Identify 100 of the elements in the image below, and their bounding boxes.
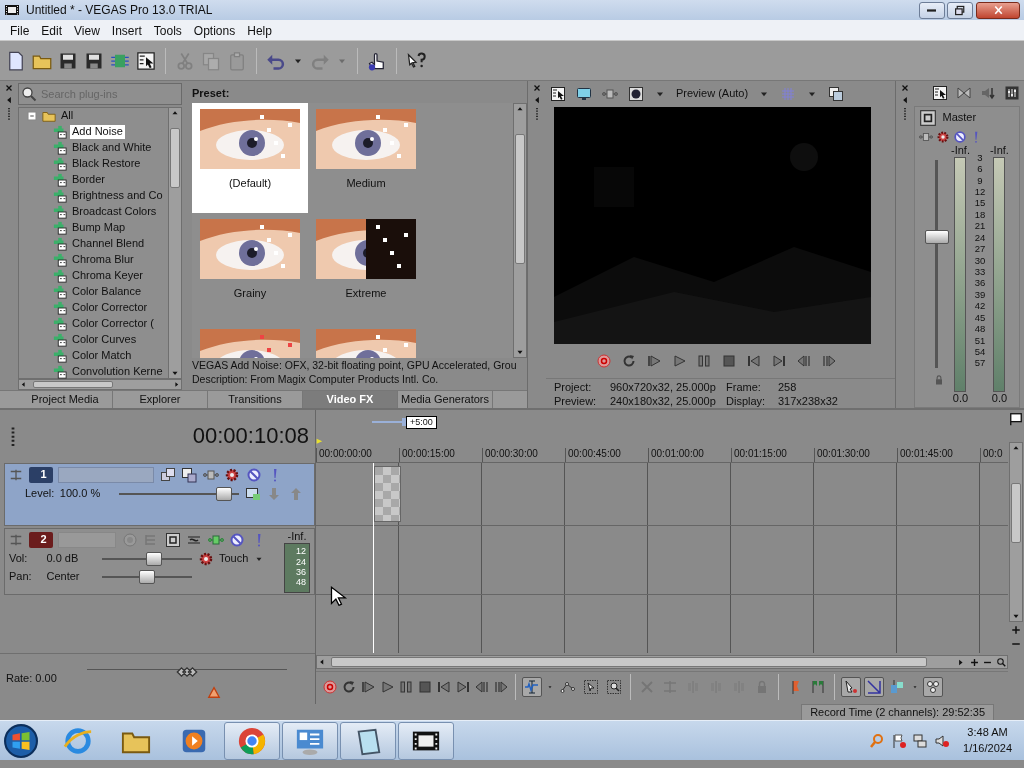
composite-icon[interactable] bbox=[244, 485, 261, 502]
scrollbar-thumb[interactable] bbox=[33, 381, 113, 388]
taskbar-button[interactable] bbox=[398, 721, 454, 760]
help-icon[interactable] bbox=[406, 50, 426, 71]
crop-icon[interactable] bbox=[181, 467, 197, 483]
scrollbar-thumb[interactable] bbox=[515, 134, 525, 264]
mixer-icon[interactable] bbox=[1004, 84, 1020, 101]
previous-frame-icon[interactable] bbox=[474, 678, 490, 695]
no-sign-icon[interactable] bbox=[229, 532, 245, 548]
stop-icon[interactable] bbox=[417, 678, 433, 695]
next-icon[interactable] bbox=[771, 352, 787, 369]
record-icon[interactable] bbox=[596, 352, 612, 369]
pointer-icon[interactable] bbox=[841, 676, 861, 697]
overlap-icon[interactable] bbox=[159, 467, 176, 483]
monitor-icon[interactable] bbox=[576, 85, 592, 102]
tree-item[interactable]: Color Curves bbox=[70, 333, 139, 347]
menu-item[interactable]: Help bbox=[241, 21, 278, 39]
scrollbar[interactable] bbox=[513, 103, 527, 358]
menu-item[interactable]: View bbox=[68, 21, 106, 39]
tree-item[interactable]: Chroma Blur bbox=[70, 253, 136, 267]
tree-item[interactable]: Chroma Keyer bbox=[70, 269, 145, 283]
scrollbar[interactable] bbox=[1009, 442, 1023, 622]
minimize-button[interactable] bbox=[918, 1, 945, 19]
tree-item[interactable]: Border bbox=[70, 173, 108, 187]
scrollbar-thumb[interactable] bbox=[331, 657, 927, 667]
scrollbar[interactable] bbox=[18, 379, 182, 390]
slider[interactable] bbox=[102, 569, 192, 584]
square-icon[interactable] bbox=[919, 109, 937, 127]
zoom-in-icon[interactable] bbox=[968, 656, 980, 668]
circles-icon[interactable] bbox=[923, 676, 943, 697]
record-icon[interactable] bbox=[322, 678, 338, 695]
trim-icon[interactable] bbox=[9, 468, 23, 482]
tree-item[interactable]: Color Match bbox=[70, 349, 134, 363]
slider[interactable] bbox=[119, 486, 240, 501]
close-icon[interactable] bbox=[532, 83, 542, 93]
tree-item[interactable]: Color Corrector bbox=[70, 301, 150, 315]
preset-tile[interactable]: Grainy bbox=[192, 213, 308, 323]
scrollbar[interactable] bbox=[316, 655, 1008, 669]
loop-icon[interactable] bbox=[621, 352, 637, 369]
hand-icon[interactable] bbox=[367, 50, 387, 71]
slider-thumb[interactable] bbox=[146, 551, 163, 566]
gear-icon[interactable] bbox=[197, 550, 214, 567]
tree-item[interactable]: Channel Blend bbox=[70, 237, 147, 251]
dock-tab[interactable]: Explorer bbox=[113, 391, 208, 408]
tree-item[interactable]: Black Restore bbox=[70, 157, 143, 171]
automation-mode[interactable]: Touch bbox=[219, 552, 249, 566]
window-cursor-icon[interactable] bbox=[136, 50, 156, 71]
window-cursor-icon[interactable] bbox=[550, 85, 566, 102]
play-icon[interactable] bbox=[671, 352, 687, 369]
start-button[interactable] bbox=[4, 723, 38, 758]
track-name-field[interactable] bbox=[58, 467, 154, 483]
dock-tab[interactable]: Project Media bbox=[18, 391, 113, 408]
loop-icon[interactable] bbox=[341, 678, 357, 695]
no-sign-icon[interactable] bbox=[245, 467, 262, 483]
preset-tile[interactable]: (Default) bbox=[192, 103, 308, 213]
next-frame-icon[interactable] bbox=[821, 352, 837, 369]
play-from-start-icon[interactable] bbox=[646, 352, 662, 369]
taskbar-button[interactable] bbox=[340, 721, 396, 760]
restore-button[interactable] bbox=[947, 1, 974, 19]
tree-item[interactable]: Add Noise bbox=[70, 125, 125, 139]
dock-tab[interactable]: Media Generators bbox=[398, 391, 493, 408]
slider-thumb[interactable] bbox=[139, 569, 155, 584]
close-icon[interactable] bbox=[900, 83, 910, 93]
scrollbar[interactable] bbox=[168, 107, 182, 379]
bowtie-icon[interactable] bbox=[956, 84, 972, 101]
lock-icon[interactable] bbox=[933, 373, 945, 386]
next-icon[interactable] bbox=[455, 678, 471, 695]
scrollbar-thumb[interactable] bbox=[170, 128, 180, 188]
menu-item[interactable]: File bbox=[4, 21, 36, 39]
preset-tile[interactable]: Extreme bbox=[308, 213, 424, 323]
network-icon[interactable] bbox=[912, 732, 929, 749]
track-header[interactable]: 1 Level: 100.0 % bbox=[4, 463, 315, 526]
collapse-icon[interactable] bbox=[25, 109, 39, 123]
zoom-in-icon[interactable] bbox=[1010, 624, 1022, 636]
edit-tool-icon[interactable] bbox=[522, 676, 542, 697]
tree-item[interactable]: Bump Map bbox=[70, 221, 128, 235]
close-button[interactable] bbox=[976, 1, 1020, 19]
windows-icon[interactable] bbox=[828, 85, 845, 102]
menu-item[interactable]: Options bbox=[187, 21, 242, 39]
tree-item[interactable]: Convolution Kerne bbox=[70, 365, 165, 379]
zoom-slider[interactable] bbox=[372, 418, 406, 427]
pause-icon[interactable] bbox=[696, 352, 712, 369]
page-icon[interactable] bbox=[6, 50, 26, 71]
zoom-icon[interactable] bbox=[996, 656, 1007, 668]
stop-icon[interactable] bbox=[721, 352, 737, 369]
menu-item[interactable]: Insert bbox=[105, 21, 148, 39]
tree-item[interactable]: Black and White bbox=[70, 141, 154, 155]
video-clip[interactable] bbox=[374, 466, 401, 522]
close-icon[interactable] bbox=[4, 83, 14, 93]
speaker-icon[interactable] bbox=[933, 732, 950, 749]
play-from-start-icon[interactable] bbox=[360, 678, 376, 695]
flag-icon[interactable] bbox=[1009, 412, 1023, 426]
play-icon[interactable] bbox=[379, 678, 395, 695]
preview-quality-dropdown[interactable]: Preview (Auto) bbox=[676, 87, 749, 101]
track-header[interactable]: 2 Vol: 0.0 dB Touch Pan: Center -Inf. 12 24 36 48 bbox=[4, 528, 315, 595]
previous-icon[interactable] bbox=[746, 352, 762, 369]
clock[interactable]: 3:48 AM 1/16/2024 bbox=[963, 725, 1012, 756]
slider[interactable] bbox=[102, 551, 192, 566]
tree-item[interactable]: All bbox=[59, 109, 76, 123]
gear-icon[interactable] bbox=[224, 467, 240, 483]
